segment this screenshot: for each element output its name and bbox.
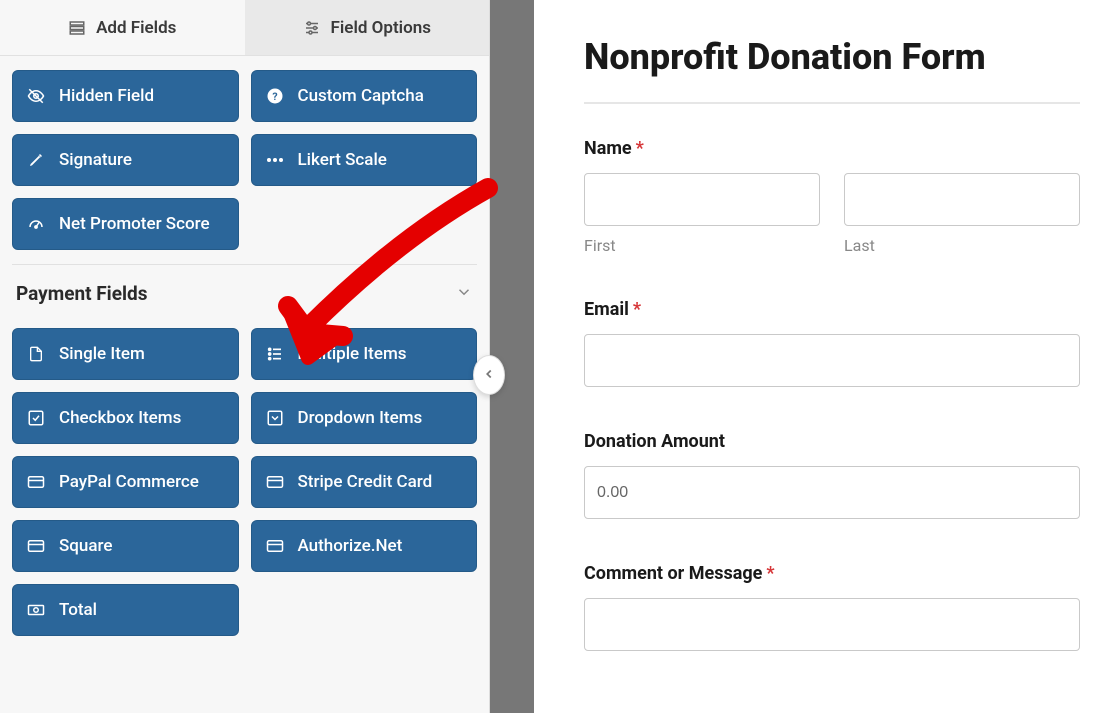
field-label: Hidden Field xyxy=(59,86,154,106)
card-icon xyxy=(27,475,45,489)
field-likert-scale[interactable]: Likert Scale xyxy=(251,134,478,186)
field-signature[interactable]: Signature xyxy=(12,134,239,186)
dots-icon xyxy=(266,156,284,164)
email-input[interactable] xyxy=(584,334,1080,387)
payment-single-item[interactable]: Single Item xyxy=(12,328,239,380)
question-circle-icon: ? xyxy=(266,87,284,105)
required-asterisk: * xyxy=(633,299,641,320)
add-fields-icon xyxy=(68,19,86,37)
payment-multiple-items[interactable]: Multiple Items xyxy=(251,328,478,380)
form-group-name: Name* First Last xyxy=(584,138,1080,255)
last-name-input[interactable] xyxy=(844,173,1080,226)
chevron-down-icon xyxy=(455,283,473,305)
section-title: Payment Fields xyxy=(16,282,147,305)
sublabel-last: Last xyxy=(844,236,1080,255)
payment-square[interactable]: Square xyxy=(12,520,239,572)
card-icon xyxy=(27,539,45,553)
eye-slash-icon xyxy=(27,87,45,105)
field-label: Square xyxy=(59,536,113,556)
payment-authorize-net[interactable]: Authorize.Net xyxy=(251,520,478,572)
field-label: Signature xyxy=(59,150,132,170)
field-label: Single Item xyxy=(59,344,145,364)
money-icon xyxy=(27,603,45,617)
field-label: Total xyxy=(59,600,97,620)
form-group-email: Email* xyxy=(584,299,1080,387)
payment-checkbox-items[interactable]: Checkbox Items xyxy=(12,392,239,444)
tabs: Add Fields Field Options xyxy=(0,0,489,56)
divider xyxy=(584,102,1080,104)
sliders-icon xyxy=(303,19,321,37)
label-donation: Donation Amount xyxy=(584,431,1080,452)
comment-input[interactable] xyxy=(584,598,1080,651)
field-label: Dropdown Items xyxy=(298,408,423,428)
field-label: Likert Scale xyxy=(298,150,387,170)
form-preview: Nonprofit Donation Form Name* First Last… xyxy=(534,0,1116,713)
tab-field-options-label: Field Options xyxy=(331,18,431,38)
field-net-promoter-score[interactable]: Net Promoter Score xyxy=(12,198,239,250)
field-label: Custom Captcha xyxy=(298,86,424,106)
collapse-sidebar-button[interactable] xyxy=(473,355,505,395)
required-asterisk: * xyxy=(636,138,644,159)
svg-text:?: ? xyxy=(272,90,277,103)
form-group-donation: Donation Amount xyxy=(584,431,1080,519)
gauge-icon xyxy=(27,215,45,233)
list-icon xyxy=(266,346,284,362)
tab-add-fields[interactable]: Add Fields xyxy=(0,0,245,55)
form-title: Nonprofit Donation Form xyxy=(584,36,1080,78)
field-label: Stripe Credit Card xyxy=(298,472,433,492)
field-label: Authorize.Net xyxy=(298,536,403,556)
sublabel-first: First xyxy=(584,236,820,255)
field-hidden-field[interactable]: Hidden Field xyxy=(12,70,239,122)
payment-dropdown-items[interactable]: Dropdown Items xyxy=(251,392,478,444)
payment-stripe-credit-card[interactable]: Stripe Credit Card xyxy=(251,456,478,508)
label-comment: Comment or Message* xyxy=(584,563,1080,584)
card-icon xyxy=(266,539,284,553)
form-group-comment: Comment or Message* xyxy=(584,563,1080,651)
label-email: Email* xyxy=(584,299,1080,320)
card-icon xyxy=(266,475,284,489)
required-asterisk: * xyxy=(766,563,774,584)
label-name: Name* xyxy=(584,138,1080,159)
tab-add-fields-label: Add Fields xyxy=(96,18,176,38)
sidebar: Add Fields Field Options Hidden Field ? … xyxy=(0,0,490,713)
payment-paypal-commerce[interactable]: PayPal Commerce xyxy=(12,456,239,508)
section-payment-fields[interactable]: Payment Fields xyxy=(12,264,477,322)
payment-total[interactable]: Total xyxy=(12,584,239,636)
first-name-input[interactable] xyxy=(584,173,820,226)
field-label: Checkbox Items xyxy=(59,408,181,428)
field-custom-captcha[interactable]: ? Custom Captcha xyxy=(251,70,478,122)
field-label: PayPal Commerce xyxy=(59,472,199,492)
field-label: Net Promoter Score xyxy=(59,214,210,234)
caret-square-icon xyxy=(266,409,284,427)
fields-container: Hidden Field ? Custom Captcha Signature … xyxy=(0,56,489,713)
file-icon xyxy=(27,345,45,363)
check-square-icon xyxy=(27,409,45,427)
chevron-left-icon xyxy=(482,366,496,385)
field-label: Multiple Items xyxy=(298,344,407,364)
tab-field-options[interactable]: Field Options xyxy=(245,0,490,55)
donation-amount-input[interactable] xyxy=(584,466,1080,519)
pencil-icon xyxy=(27,152,45,168)
